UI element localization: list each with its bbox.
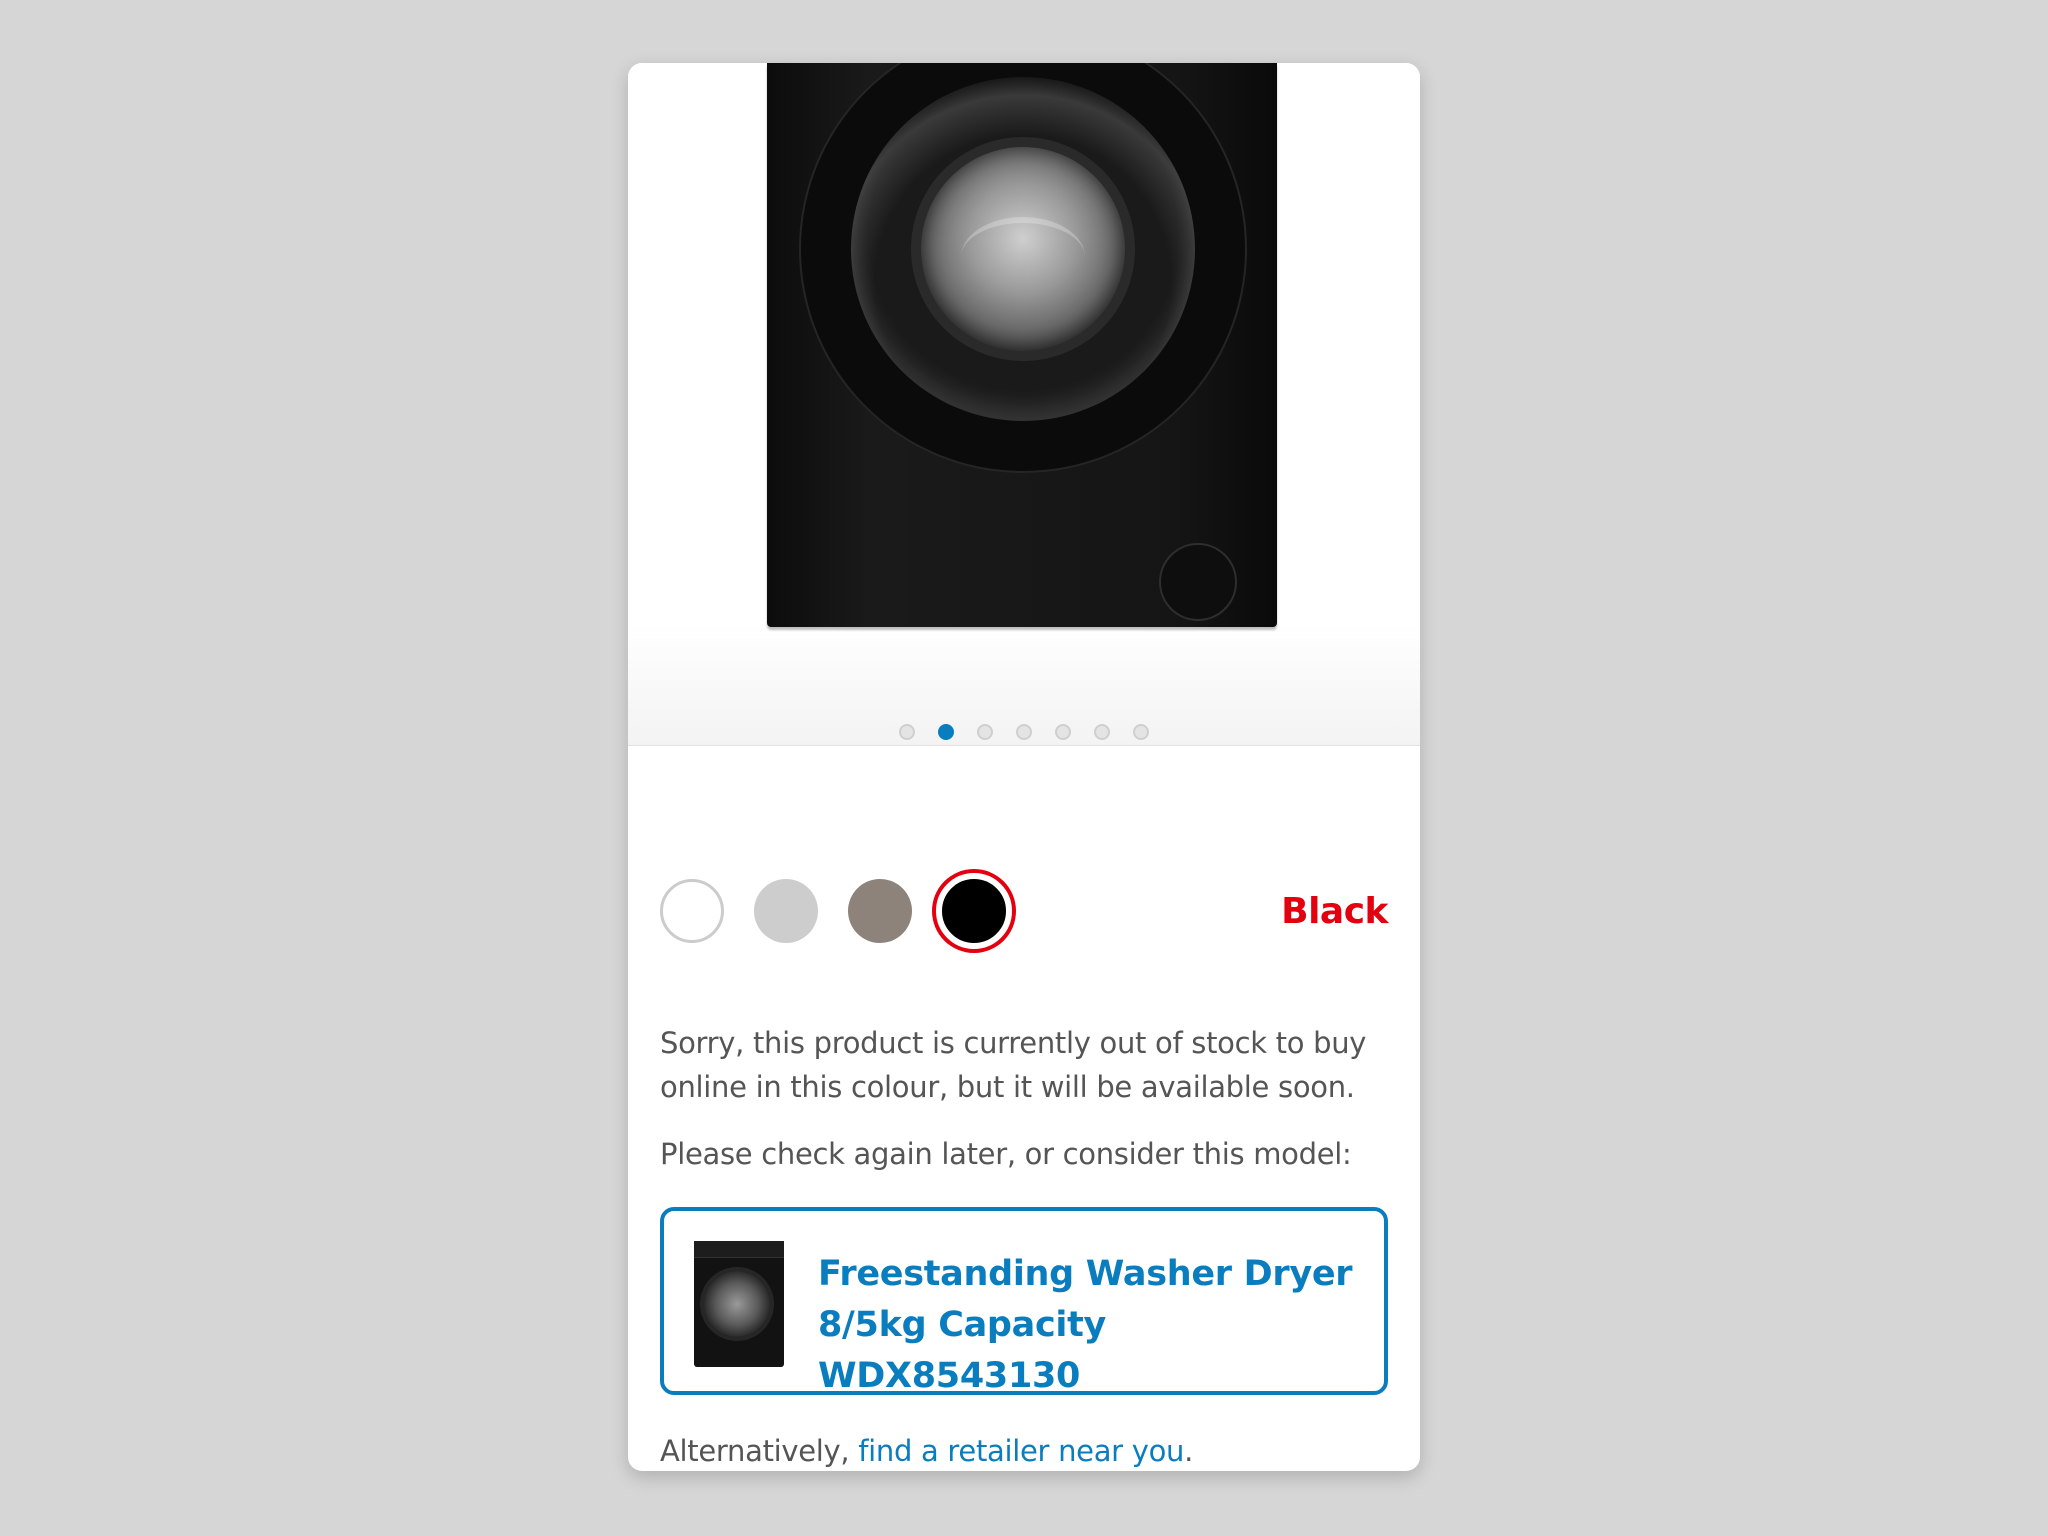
alternative-product-title[interactable]: Freestanding Washer Dryer 8/5kg Capacity… (818, 1249, 1358, 1402)
machine-door (801, 63, 1245, 471)
gallery-pagination (628, 724, 1420, 744)
product-image (767, 63, 1277, 627)
out-of-stock-message: Sorry, this product is currently out of … (660, 1026, 1367, 1104)
product-gallery[interactable] (628, 63, 1420, 746)
colour-swatches (660, 873, 1012, 949)
swatch-silver[interactable] (754, 879, 818, 943)
gallery-dot-2[interactable] (938, 724, 954, 740)
gallery-dot-6[interactable] (1094, 724, 1110, 740)
gallery-dot-5[interactable] (1055, 724, 1071, 740)
alternative-product-link[interactable]: Freestanding Washer Dryer 8/5kg Capacity… (660, 1207, 1388, 1396)
gallery-dot-1[interactable] (899, 724, 915, 740)
retailer-line: Alternatively, find a retailer near you. (660, 1434, 1194, 1468)
machine-knob (1159, 543, 1237, 621)
swatch-graphite[interactable] (848, 879, 912, 943)
gallery-dot-3[interactable] (977, 724, 993, 740)
find-retailer-link[interactable]: find a retailer near you (858, 1434, 1184, 1468)
alternative-product-thumbnail (694, 1241, 784, 1367)
gallery-dot-4[interactable] (1016, 724, 1032, 740)
selected-colour-label: Black (1281, 891, 1388, 932)
swatch-white[interactable] (660, 879, 724, 943)
product-card: Black Sorry, this product is currently o… (628, 63, 1420, 1471)
gallery-dot-7[interactable] (1133, 724, 1149, 740)
swatch-black-selected[interactable] (936, 873, 1012, 949)
suggestion-text: Please check again later, or consider th… (660, 1137, 1352, 1171)
